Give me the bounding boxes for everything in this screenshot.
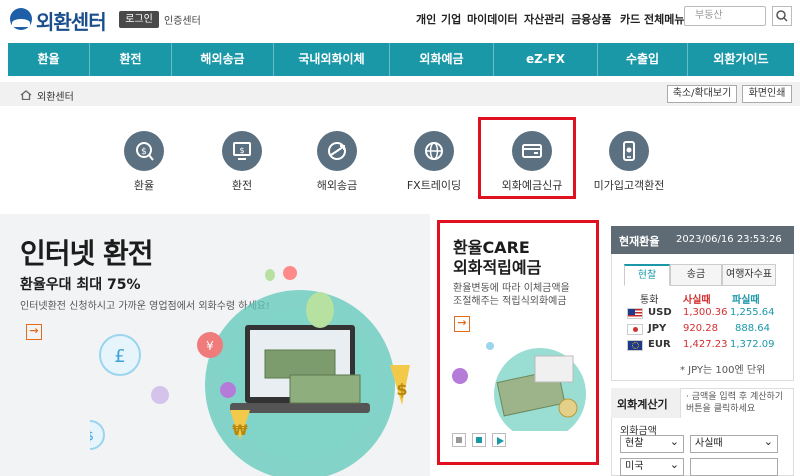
rate-buy: 1,427.23 [683,339,728,350]
globe-icon [425,142,443,160]
search-button[interactable] [772,6,792,26]
mid-banner-description: 환율변동에 따라 이체금액을 조절해주는 적립식외화예금 [453,283,570,307]
jpy-unit-note: * JPY는 100엔 단위 [680,365,766,376]
rate-buy: 1,300.36 [683,307,728,318]
svg-text:£: £ [114,346,125,367]
search-input[interactable]: 부동산 [684,6,766,26]
us-flag-icon [627,308,643,319]
top-menu-card[interactable]: 카드 [620,11,640,27]
nav-fx-deposit[interactable]: 외화예금 [390,43,494,76]
cert-center-link[interactable]: 인증센터 [164,12,201,27]
top-menu-mydata[interactable]: 마이데이터 [467,11,518,27]
rate-sell: 1,255.64 [730,307,775,318]
top-menu-personal[interactable]: 개인 [416,11,436,27]
nav-remittance[interactable]: 해외송금 [172,43,274,76]
calc-currency-select[interactable]: 미국 [620,457,684,476]
tab-travelers-check[interactable]: 여행자수표 [722,264,776,286]
rate-buy: 920.28 [683,323,718,334]
top-menu-products[interactable]: 금융상품 [571,11,611,27]
highlight-box [478,117,576,199]
svg-text:$: $ [141,147,147,157]
svg-text:₩: ₩ [232,423,248,439]
banner-illustration: £ ¥ $ ₩ $ [90,266,410,476]
login-button[interactable]: 로그인 [119,11,159,28]
calc-note: · 금액을 입력 후 계산하기 버튼을 클릭하세요 [686,392,784,414]
mid-banner-illustration [452,342,586,431]
nav-trade[interactable]: 수출입 [598,43,688,76]
play-icon [497,437,504,445]
search-icon [776,10,788,22]
nav-exchange[interactable]: 환전 [90,43,172,76]
calc-title: 외화계산기 [617,398,668,411]
quick-exchange-rate[interactable]: $ [124,131,164,171]
home-icon[interactable] [20,90,32,100]
svg-text:$: $ [239,146,244,155]
jp-flag-icon [627,324,643,335]
currency-code: EUR [648,339,671,350]
zoom-button[interactable]: 축소/확대보기 [667,85,737,103]
globe-plane-icon [328,142,346,160]
quick-label-remittance[interactable]: 해외송금 [302,177,372,193]
col-currency: 통화 [640,295,659,306]
nav-exchange-rate[interactable]: 환율 [8,43,90,76]
tab-cash[interactable]: 현찰 [624,264,670,286]
rates-datetime: 2023/06/16 23:53:26 [676,234,782,245]
mid-banner-title: 환율CARE 외화적립예금 [453,238,542,277]
rate-sell: 888.64 [735,323,770,334]
nav-domestic-transfer[interactable]: 국내외화이체 [274,43,390,76]
print-button[interactable]: 화면인쇄 [742,85,792,103]
svg-text:$: $ [90,429,94,443]
logo-text[interactable]: 외환센터 [36,6,107,35]
eu-flag-icon [627,340,643,351]
nav-fx-guide[interactable]: 외환가이드 [688,43,794,76]
quick-label-fx-trading[interactable]: FX트레이딩 [394,177,474,193]
quick-label-nonmember-exchange[interactable]: 미가입고객환전 [582,177,676,193]
rate-sell: 1,372.09 [730,339,775,350]
quick-label-exchange-rate[interactable]: 환율 [114,177,174,193]
quick-fx-trading[interactable] [414,131,454,171]
mobile-icon [623,141,635,161]
col-sell: 파실때 [732,295,760,306]
quick-label-exchange[interactable]: 환전 [212,177,272,193]
svg-text:¥: ¥ [206,339,214,353]
quick-nonmember-exchange[interactable] [609,131,649,171]
bank-logo-icon[interactable] [10,8,32,30]
slider-pause-button[interactable] [472,433,486,447]
currency-code: USD [648,307,672,318]
quick-remittance[interactable] [317,131,357,171]
calc-type-select[interactable]: 현찰 [620,434,684,453]
svg-text:$: $ [396,380,407,399]
breadcrumb: 외환센터 [37,92,74,103]
top-menu-all[interactable]: 전체메뉴 [644,11,684,27]
money-exchange-icon: $ [233,142,251,160]
quick-exchange[interactable]: $ [222,131,262,171]
top-menu-corporate[interactable]: 기업 [441,11,461,27]
tab-remit[interactable]: 송금 [670,264,722,286]
header: 외환센터 로그인 인증센터 개인 기업 마이데이터 자산관리 금융상품 카드 전… [0,0,800,40]
currency-code: JPY [648,323,667,334]
col-buy: 사실때 [683,295,711,306]
rates-title: 현재환율 [619,235,660,248]
exchange-rate-icon: $ [136,142,154,161]
slider-play-button[interactable] [492,433,506,447]
calc-amount-input[interactable] [690,458,778,476]
nav-ezfx[interactable]: eZ-FX [494,43,598,76]
main-nav: 환율 환전 해외송금 국내외화이체 외화예금 eZ-FX 수출입 외환가이드 [8,43,794,76]
calc-mode-select[interactable]: 사실때 [690,434,778,453]
mid-banner-arrow-button[interactable]: → [454,316,470,332]
banner-arrow-button[interactable]: → [26,324,42,340]
slider-stop-button[interactable] [452,433,466,447]
top-menu-asset[interactable]: 자산관리 [524,11,564,27]
